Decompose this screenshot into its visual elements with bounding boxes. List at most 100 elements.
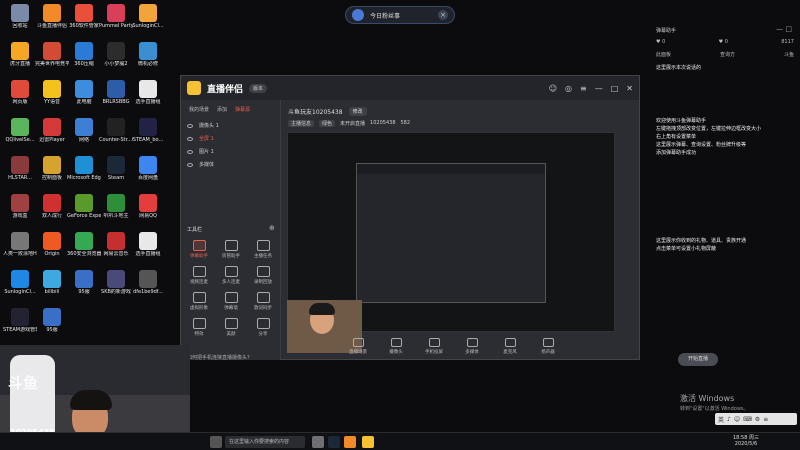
- desktop-icon[interactable]: STEAM_bo...: [132, 118, 164, 143]
- settings-icon[interactable]: ◎: [565, 84, 572, 93]
- steam-taskbar-icon[interactable]: [328, 436, 340, 448]
- media-button[interactable]: 多媒体: [458, 338, 486, 355]
- desktop-icon[interactable]: Origin: [36, 232, 68, 257]
- close-icon[interactable]: ×: [438, 10, 448, 20]
- eye-icon[interactable]: [187, 136, 193, 141]
- panel-tab[interactable]: 此面板: [656, 51, 671, 58]
- desktop-icon[interactable]: 完美世界电竞平台: [35, 42, 69, 67]
- top-notification-pill[interactable]: 今日粉丝事 ×: [345, 6, 455, 24]
- start-live-button[interactable]: 开始直播: [678, 353, 718, 366]
- desktop-icon[interactable]: 此电脑: [68, 80, 100, 105]
- tool-button[interactable]: 美颜: [215, 318, 247, 337]
- phone-cast-button[interactable]: 手机投屏: [420, 338, 448, 355]
- tab-add[interactable]: 添加: [217, 106, 227, 113]
- menu-icon[interactable]: ≡: [580, 84, 587, 93]
- desktop-icon[interactable]: 选手直播组: [132, 80, 164, 105]
- desktop-icon[interactable]: 网页版: [4, 80, 36, 105]
- task-view-icon[interactable]: [312, 436, 324, 448]
- scene-item[interactable]: 摄像头 1: [187, 119, 274, 132]
- desktop-icon[interactable]: SunloginCl...: [4, 270, 36, 295]
- desktop-icon[interactable]: dfe1be9df...: [132, 270, 164, 295]
- minimize-icon[interactable]: —: [595, 84, 603, 93]
- ime-item[interactable]: ♪: [727, 416, 731, 423]
- desktop-icon[interactable]: 360软件管家: [68, 4, 100, 29]
- desktop-icon[interactable]: 网络: [68, 118, 100, 143]
- desktop-icon[interactable]: SKB的新游戏: [100, 270, 132, 295]
- tab-scenes[interactable]: 我的场景: [189, 106, 209, 113]
- panel-tab[interactable]: 斗鱼: [784, 51, 794, 58]
- tool-button[interactable]: 房管助手: [215, 240, 247, 259]
- desktop-icon[interactable]: 360安全浏览器: [67, 232, 101, 257]
- ime-item[interactable]: ☺: [734, 416, 740, 423]
- douyu-taskbar-icon[interactable]: [344, 436, 356, 448]
- desktop-icon[interactable]: 虎牙直播: [4, 42, 36, 67]
- desktop-icon[interactable]: 95服: [36, 308, 68, 333]
- add-tool-icon[interactable]: ⊕: [269, 224, 275, 232]
- desktop-icon[interactable]: 斗鱼直播伴侣: [36, 4, 68, 29]
- desktop-icon[interactable]: 微机必修: [132, 42, 164, 67]
- desktop-icon[interactable]: 回收站: [4, 4, 36, 29]
- taskbar-clock[interactable]: 18:58 周三 2020/5/6: [733, 435, 759, 447]
- avatar-icon[interactable]: ☺: [549, 84, 557, 93]
- scene-control-button[interactable]: 直播场景: [344, 338, 372, 355]
- tool-button[interactable]: 主播任务: [247, 240, 279, 259]
- ime-item[interactable]: ⚙: [755, 416, 760, 423]
- tool-button[interactable]: 录制回放: [247, 266, 279, 285]
- tab-danmu-source[interactable]: 弹幕源: [235, 106, 250, 113]
- companion-taskbar-icon[interactable]: [362, 436, 374, 448]
- desktop-icon[interactable]: 叭叭斗地主: [100, 194, 132, 219]
- desktop-icon[interactable]: BRLRSBBG: [100, 80, 132, 105]
- mic-button[interactable]: 麦克风: [496, 338, 524, 355]
- desktop-icon[interactable]: 百度网盘: [132, 156, 164, 181]
- ime-item[interactable]: ≡: [763, 416, 768, 423]
- footer-help-link[interactable]: 如何把手机连接直播摄像头？: [187, 354, 252, 361]
- tool-button[interactable]: 弹幕墙: [215, 292, 247, 311]
- eye-icon[interactable]: [187, 123, 193, 128]
- desktop-icon[interactable]: 小小梦魇2: [100, 42, 132, 67]
- edit-room-button[interactable]: 修改: [348, 107, 367, 116]
- desktop-icon[interactable]: 网易云音乐: [100, 232, 132, 257]
- desktop-icon[interactable]: QQlivelSe...: [4, 118, 36, 143]
- camera-button[interactable]: 摄像头: [382, 338, 410, 355]
- tool-button[interactable]: 视频连麦: [183, 266, 215, 285]
- tool-button[interactable]: 多人连麦: [215, 266, 247, 285]
- desktop-icon[interactable]: 人类一败涂地Human: F...: [3, 232, 37, 257]
- eye-icon[interactable]: [187, 149, 193, 154]
- panel-window-controls[interactable]: — □: [776, 25, 792, 33]
- desktop-icon[interactable]: 95服: [68, 270, 100, 295]
- desktop-icon[interactable]: 双人成行: [36, 194, 68, 219]
- tool-button[interactable]: 虚拟形象: [183, 292, 215, 311]
- desktop-icon[interactable]: Counter-Str...Global Off...: [99, 118, 133, 143]
- desktop-icon[interactable]: Pummel Party: [99, 4, 133, 29]
- desktop-icon[interactable]: 网易QQ: [132, 194, 164, 219]
- scene-item[interactable]: 多媒体: [187, 158, 274, 171]
- desktop-icon[interactable]: SunloginCl...: [132, 4, 164, 29]
- desktop-icon[interactable]: 选手直播组: [132, 232, 164, 257]
- close-icon[interactable]: ✕: [626, 84, 633, 93]
- tool-button[interactable]: 歌词同步: [247, 292, 279, 311]
- desktop-icon[interactable]: YY语音: [36, 80, 68, 105]
- desktop-icon[interactable]: GeForce Experience: [67, 194, 101, 219]
- start-icon[interactable]: [210, 436, 222, 448]
- tool-button[interactable]: 弹幕助手: [183, 240, 215, 259]
- maximize-icon[interactable]: □: [611, 84, 619, 93]
- desktop-icon[interactable]: 控制面板: [36, 156, 68, 181]
- taskbar-search[interactable]: 在这里输入你要搜索的内容: [225, 436, 305, 448]
- desktop-icon[interactable]: bilibili: [36, 270, 68, 295]
- desktop-icon[interactable]: 游戏盒: [4, 194, 36, 219]
- speaker-button[interactable]: 扬声器: [534, 338, 562, 355]
- scene-item[interactable]: 全屏 1: [187, 132, 274, 145]
- ime-item[interactable]: 英: [718, 415, 724, 424]
- desktop-icon[interactable]: 360压缩: [68, 42, 100, 67]
- desktop-icon[interactable]: STEAM游戏管理: [3, 308, 37, 333]
- desktop-icon[interactable]: HLSTAR...: [4, 156, 36, 181]
- desktop-icon[interactable]: 迅雷Player: [36, 118, 68, 143]
- desktop-icon[interactable]: Microsoft Edge: [67, 156, 101, 181]
- desktop-icon[interactable]: Steam: [100, 156, 132, 181]
- eye-icon[interactable]: [187, 162, 193, 167]
- ime-item[interactable]: ⌨: [743, 416, 752, 423]
- tool-button[interactable]: 分享: [247, 318, 279, 337]
- scene-item[interactable]: 图片 1: [187, 145, 274, 158]
- panel-tab[interactable]: 查询方: [720, 51, 735, 58]
- tool-button[interactable]: 特效: [183, 318, 215, 337]
